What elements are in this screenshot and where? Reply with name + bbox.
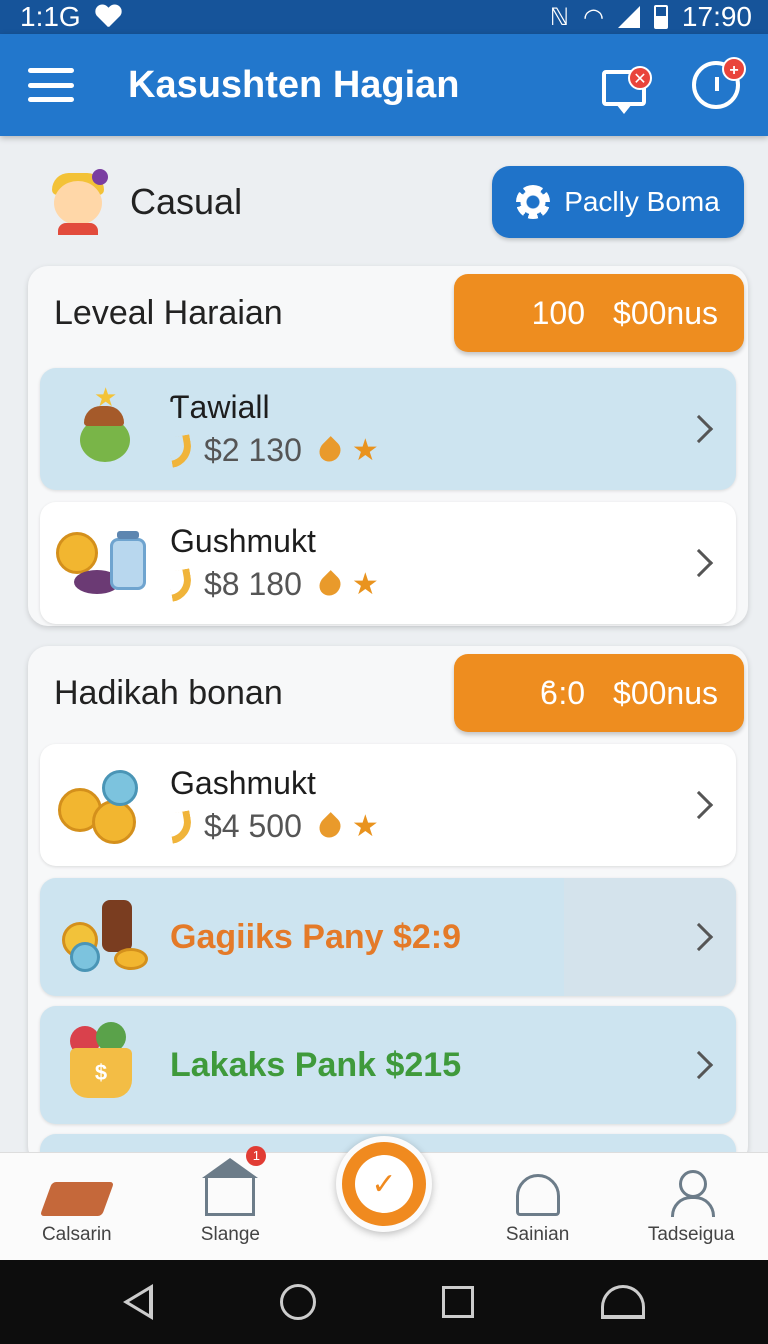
panel-title: Leveal Haraian (54, 293, 283, 332)
list-item[interactable]: Gashmukt $4 500 ★ (40, 744, 736, 866)
bonus-tag[interactable]: 100 $00nus (454, 274, 744, 352)
star-icon: ★ (351, 433, 379, 467)
panel-title: Hadikah bonan (54, 673, 283, 712)
crate-icon (39, 1182, 114, 1216)
nav-badge: 1 (246, 1146, 267, 1166)
item-price: $2 130 (204, 432, 302, 468)
nav-label: Slange (200, 1224, 260, 1245)
item-price: $8 180 (204, 566, 302, 602)
banana-icon (167, 433, 195, 468)
settings-button[interactable]: Paclly Boma (492, 166, 744, 238)
bottle-coins-icon (40, 878, 170, 996)
item-name: Ƭawiall (170, 389, 270, 425)
star-icon: ★ (351, 809, 379, 843)
mode-row: Casual Paclly Boma (48, 166, 744, 238)
bonus-amount: 100 (531, 294, 586, 331)
drop-icon (315, 569, 345, 600)
house-icon: 1 (202, 1146, 267, 1216)
status-bar: 1:1G ℕ ◠ 17:90 (0, 0, 768, 34)
item-price: $4 500 (204, 808, 302, 844)
mode-label: Casual (130, 181, 243, 222)
banana-icon (167, 567, 195, 602)
battery-icon (653, 5, 668, 29)
chat-icon[interactable]: ✕ (602, 66, 652, 114)
timer-icon[interactable]: + (692, 57, 746, 109)
check-icon: ✓ (355, 1155, 413, 1213)
wifi-icon: ◠ (582, 3, 604, 31)
item-name: Gushmukt (170, 523, 316, 559)
fab-check-button[interactable]: ✓ (336, 1136, 432, 1232)
assistant-icon[interactable] (600, 1285, 645, 1319)
grocery-bag-icon: $ (40, 1006, 170, 1124)
system-nav (0, 1260, 768, 1344)
app-title: Kasushten Hagian (128, 63, 460, 106)
nfc-icon: ℕ (549, 3, 569, 31)
home-icon[interactable] (279, 1284, 316, 1320)
bell-icon (515, 1174, 560, 1216)
nav-label: Calsarin (41, 1224, 112, 1245)
coins-jar-icon (40, 502, 170, 624)
chevron-right-icon (662, 790, 736, 820)
list-item[interactable]: ★ Ƭawiall $2 130 ★ (40, 368, 736, 490)
menu-icon[interactable] (28, 68, 74, 102)
gear-icon (516, 185, 551, 219)
drop-icon (315, 811, 345, 842)
chevron-right-icon (662, 414, 736, 444)
star-icon: ★ (351, 567, 379, 601)
nav-item-sainian[interactable]: Sainian (461, 1153, 615, 1260)
banana-icon (167, 809, 195, 844)
nav-item-tadseigua[interactable]: Tadseigua (614, 1153, 768, 1260)
promo-text: Lakaks Pank $215 (170, 1045, 462, 1084)
coin-stack-icon (40, 744, 170, 866)
nav-item-calsarin[interactable]: Calsarin (0, 1153, 154, 1260)
heart-icon (95, 5, 121, 29)
bonus-tag[interactable]: ϐ:0 $00nus (454, 654, 744, 732)
bonus-panel: Hadikah bonan ϐ:0 $00nus Gashmukt $4 500… (28, 646, 748, 1174)
bonus-label: $00nus (613, 674, 718, 711)
bonus-label: $00nus (613, 294, 718, 331)
promo-item[interactable]: Gagiiks Pany $2:9 (40, 878, 736, 996)
app-bar: Kasushten Hagian ✕ + (0, 34, 768, 136)
status-left-text: 1:1G (20, 1, 81, 32)
chevron-right-icon (662, 548, 736, 578)
bonus-amount: ϐ:0 (539, 674, 586, 711)
back-icon[interactable] (123, 1284, 154, 1320)
chat-badge: ✕ (628, 66, 652, 90)
level-panel: Leveal Haraian 100 $00nus ★ Ƭawiall $2 1… (28, 266, 748, 626)
nav-label: Tadseigua (647, 1224, 735, 1245)
chevron-right-icon (662, 1050, 736, 1080)
status-time: 17:90 (681, 1, 752, 32)
promo-item[interactable]: $ Lakaks Pank $215 (40, 1006, 736, 1124)
promo-text: Gagiiks Pany $2:9 (170, 917, 462, 956)
plant-character-icon: ★ (40, 368, 170, 490)
item-name: Gashmukt (170, 765, 316, 801)
person-icon (669, 1170, 716, 1217)
nav-label: Sainian (505, 1224, 570, 1245)
settings-button-label: Paclly Boma (564, 186, 720, 217)
avatar[interactable] (48, 169, 108, 235)
drop-icon (315, 435, 345, 466)
list-item[interactable]: Gushmukt $8 180 ★ (40, 502, 736, 624)
chevron-right-icon (662, 922, 736, 952)
timer-badge: + (722, 57, 746, 81)
signal-icon (617, 6, 640, 28)
nav-item-slange[interactable]: 1 Slange (154, 1146, 308, 1260)
recents-icon[interactable] (442, 1286, 475, 1318)
